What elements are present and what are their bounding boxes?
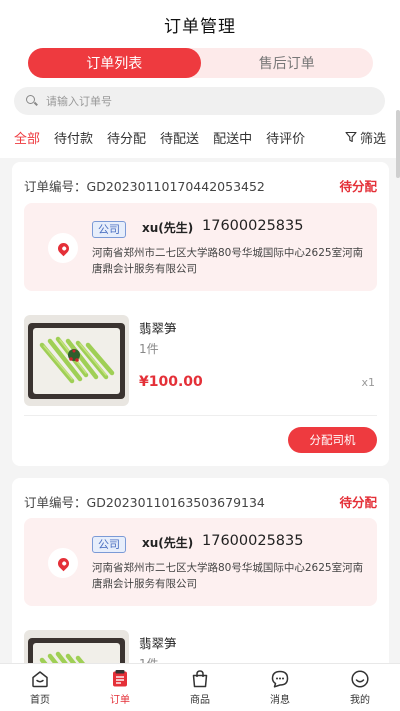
tab-profile[interactable]: 我的 bbox=[320, 664, 400, 711]
filter-all[interactable]: 全部 bbox=[14, 128, 40, 147]
nav-header: 订单管理 bbox=[0, 0, 400, 48]
address-block: 公司 xu(先生) 17600025835 河南省郑州市二七区大学路80号华城国… bbox=[24, 518, 377, 606]
chat-bubble-icon bbox=[271, 670, 289, 688]
filter-button-label: 筛选 bbox=[359, 131, 386, 147]
tab-home-label: 首页 bbox=[30, 695, 50, 706]
order-number: 订单编号：GD20230110170442053452 bbox=[24, 179, 265, 194]
order-card-header: 订单编号：GD20230110163503679134 待分配 bbox=[24, 492, 377, 511]
filter-pending-delivery[interactable]: 待配送 bbox=[160, 128, 199, 147]
page-title: 订单管理 bbox=[164, 16, 236, 37]
tab-profile-label: 我的 bbox=[350, 695, 370, 706]
profile-icon bbox=[351, 670, 369, 688]
home-icon bbox=[32, 671, 48, 688]
address-tag: 公司 bbox=[92, 221, 126, 238]
location-pin-icon bbox=[48, 548, 78, 578]
tab-products-label: 商品 bbox=[190, 695, 210, 706]
filter-pending-payment[interactable]: 待付款 bbox=[54, 128, 93, 147]
delivery-address: 河南省郑州市二七区大学路80号华城国际中心2625室河南唐鼎会计服务有限公司 bbox=[92, 247, 364, 275]
contact-name: xu(先生) bbox=[142, 536, 194, 550]
filter-pending-review[interactable]: 待评价 bbox=[266, 128, 305, 147]
segment-control: 订单列表 售后订单 bbox=[28, 48, 373, 78]
funnel-icon bbox=[345, 131, 357, 143]
order-card-header: 订单编号：GD20230110170442053452 待分配 bbox=[24, 176, 377, 195]
contact-phone: 17600025835 bbox=[202, 218, 304, 234]
search-input[interactable] bbox=[46, 94, 346, 108]
product-quantity: 1件 bbox=[139, 342, 159, 356]
search-icon bbox=[26, 95, 38, 107]
tab-messages-label: 消息 bbox=[270, 695, 290, 706]
filter-button[interactable]: 筛选 bbox=[345, 128, 386, 147]
address-tag: 公司 bbox=[92, 536, 126, 553]
shopping-bag-icon bbox=[192, 670, 208, 688]
order-controls: 订单列表 售后订单 全部 待付款 待分配 待配送 配送中 待评价 筛选 bbox=[0, 48, 400, 158]
delivery-address: 河南省郑州市二七区大学路80号华城国际中心2625室河南唐鼎会计服务有限公司 bbox=[92, 562, 364, 590]
assign-driver-button[interactable]: 分配司机 bbox=[288, 427, 377, 453]
tab-orders[interactable]: 订单 bbox=[80, 664, 160, 711]
tab-after-sales[interactable]: 售后订单 bbox=[201, 48, 374, 78]
address-block: 公司 xu(先生) 17600025835 河南省郑州市二七区大学路80号华城国… bbox=[24, 203, 377, 291]
filter-delivering[interactable]: 配送中 bbox=[213, 128, 252, 147]
location-pin-icon bbox=[48, 233, 78, 263]
contact-phone: 17600025835 bbox=[202, 533, 304, 549]
order-status: 待分配 bbox=[339, 495, 377, 510]
filter-pending-assign[interactable]: 待分配 bbox=[107, 128, 146, 147]
product-image[interactable] bbox=[24, 315, 129, 406]
tab-order-list[interactable]: 订单列表 bbox=[28, 48, 201, 78]
order-number: 订单编号：GD20230110163503679134 bbox=[24, 495, 265, 510]
bottom-tab-bar: 首页 订单 商品 消息 我的 bbox=[0, 663, 400, 711]
scrollbar-thumb[interactable] bbox=[396, 110, 400, 178]
contact-name: xu(先生) bbox=[142, 221, 194, 235]
tab-messages[interactable]: 消息 bbox=[240, 664, 320, 711]
status-filter-bar: 全部 待付款 待分配 待配送 配送中 待评价 筛选 bbox=[0, 126, 400, 148]
divider bbox=[24, 415, 377, 416]
order-card[interactable]: 订单编号：GD20230110170442053452 待分配 公司 xu(先生… bbox=[12, 162, 389, 466]
product-name: 翡翠笋 bbox=[139, 321, 177, 336]
tab-home[interactable]: 首页 bbox=[0, 664, 80, 711]
order-status: 待分配 bbox=[339, 179, 377, 194]
search-bar[interactable] bbox=[14, 87, 385, 115]
product-price: ¥100.00 bbox=[139, 374, 203, 390]
tab-products[interactable]: 商品 bbox=[160, 664, 240, 711]
order-list-icon bbox=[113, 670, 127, 687]
product-name: 翡翠笋 bbox=[139, 636, 177, 651]
tab-orders-label: 订单 bbox=[110, 695, 130, 706]
product-count: x1 bbox=[361, 376, 375, 389]
